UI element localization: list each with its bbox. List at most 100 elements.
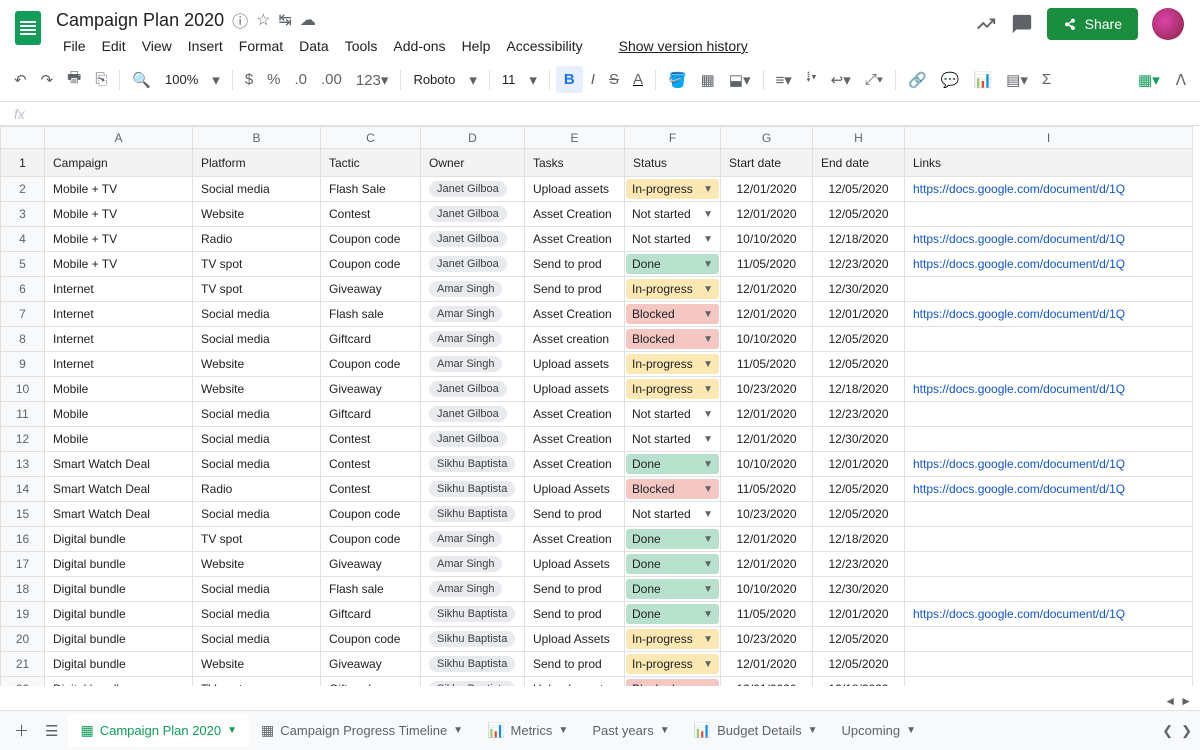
cell-start[interactable]: 11/05/2020 — [721, 252, 813, 277]
text-color-icon[interactable]: A — [627, 66, 649, 93]
cell-start[interactable]: 12/01/2020 — [721, 202, 813, 227]
cell-end[interactable]: 12/18/2020 — [813, 677, 905, 687]
row-header[interactable]: 18 — [1, 577, 45, 602]
chevron-down-icon[interactable]: ▼ — [558, 725, 568, 736]
cell-tactic[interactable]: Giftcard — [321, 677, 421, 687]
cell-owner[interactable]: Amar Singh — [421, 352, 525, 377]
cell-end[interactable]: 12/01/2020 — [813, 452, 905, 477]
chevron-down-icon[interactable]: ▼ — [703, 559, 713, 570]
cell-status[interactable]: In-progress▼ — [625, 627, 721, 652]
cell-start[interactable]: 10/10/2020 — [721, 227, 813, 252]
cell-campaign[interactable]: Smart Watch Deal — [45, 452, 193, 477]
cell-tactic[interactable]: Giftcard — [321, 602, 421, 627]
chevron-down-icon[interactable]: ▼ — [703, 334, 713, 345]
header-cell[interactable]: Campaign — [45, 149, 193, 177]
chevron-down-icon[interactable]: ▼ — [227, 725, 237, 736]
cell-owner[interactable]: Sikhu Baptista — [421, 652, 525, 677]
owner-chip[interactable]: Janet Gilboa — [429, 406, 507, 422]
chevron-down-icon[interactable]: ▼ — [703, 384, 713, 395]
cell-tactic[interactable]: Contest — [321, 427, 421, 452]
print-icon[interactable]: 🖶 — [61, 62, 87, 97]
cell-campaign[interactable]: Digital bundle — [45, 527, 193, 552]
row-header[interactable]: 13 — [1, 452, 45, 477]
cell-tactic[interactable]: Flash Sale — [321, 177, 421, 202]
cell-platform[interactable]: Social media — [193, 327, 321, 352]
cell-tactic[interactable]: Giftcard — [321, 327, 421, 352]
cell-start[interactable]: 12/01/2020 — [721, 177, 813, 202]
cell-task[interactable]: Upload assets — [525, 677, 625, 687]
cell-link[interactable] — [905, 327, 1193, 352]
cell-owner[interactable]: Janet Gilboa — [421, 202, 525, 227]
cell-status[interactable]: Blocked▼ — [625, 477, 721, 502]
cell-campaign[interactable]: Digital bundle — [45, 602, 193, 627]
cell-start[interactable]: 12/01/2020 — [721, 402, 813, 427]
cell-start[interactable]: 12/01/2020 — [721, 427, 813, 452]
cell-platform[interactable]: Website — [193, 652, 321, 677]
cell-task[interactable]: Send to prod — [525, 502, 625, 527]
cell-tactic[interactable]: Coupon code — [321, 527, 421, 552]
chevron-down-icon[interactable]: ▾ — [463, 66, 483, 94]
header-cell[interactable]: Status — [625, 149, 721, 177]
cell-owner[interactable]: Janet Gilboa — [421, 252, 525, 277]
percent-icon[interactable]: % — [261, 66, 286, 93]
link-icon[interactable]: 🔗 — [902, 66, 933, 94]
currency-icon[interactable]: $ — [239, 66, 259, 93]
cell-platform[interactable]: Social media — [193, 627, 321, 652]
cell-link[interactable]: https://docs.google.com/document/d/1Q — [905, 302, 1193, 327]
doc-title[interactable]: Campaign Plan 2020 — [56, 10, 224, 31]
cell-task[interactable]: Send to prod — [525, 652, 625, 677]
chevron-down-icon[interactable]: ▼ — [703, 309, 713, 320]
cell-campaign[interactable]: Mobile + TV — [45, 177, 193, 202]
row-header[interactable]: 3 — [1, 202, 45, 227]
scroll-left-icon[interactable]: ◄ — [1164, 694, 1176, 710]
cell-status[interactable]: Done▼ — [625, 452, 721, 477]
wrap-icon[interactable]: ↩▾ — [825, 66, 857, 94]
owner-chip[interactable]: Amar Singh — [429, 331, 502, 347]
row-header[interactable]: 21 — [1, 652, 45, 677]
cell-task[interactable]: Asset Creation — [525, 302, 625, 327]
cell-link[interactable]: https://docs.google.com/document/d/1Q — [905, 227, 1193, 252]
cell-link[interactable] — [905, 677, 1193, 687]
rotate-icon[interactable]: ⤢▾ — [859, 66, 889, 93]
cell-link[interactable] — [905, 352, 1193, 377]
header-cell[interactable]: Start date — [721, 149, 813, 177]
sheet-tab[interactable]: Past years▼ — [580, 714, 681, 747]
row-header[interactable]: 4 — [1, 227, 45, 252]
cell-task[interactable]: Send to prod — [525, 252, 625, 277]
cell-owner[interactable]: Janet Gilboa — [421, 377, 525, 402]
chevron-down-icon[interactable]: ▼ — [703, 609, 713, 620]
owner-chip[interactable]: Sikhu Baptista — [429, 606, 515, 622]
share-button[interactable]: Share — [1047, 8, 1138, 40]
cell-link[interactable]: https://docs.google.com/document/d/1Q — [905, 177, 1193, 202]
all-sheets-icon[interactable]: ☰ — [39, 717, 64, 745]
cell-owner[interactable]: Sikhu Baptista — [421, 502, 525, 527]
filter-icon[interactable]: ▤▾ — [1000, 66, 1034, 94]
move-icon[interactable]: ↹ — [278, 10, 291, 30]
owner-chip[interactable]: Janet Gilboa — [429, 181, 507, 197]
cell-end[interactable]: 12/23/2020 — [813, 552, 905, 577]
chevron-down-icon[interactable]: ▼ — [703, 359, 713, 370]
cell-owner[interactable]: Amar Singh — [421, 277, 525, 302]
sheet-tab[interactable]: 📊Budget Details▼ — [682, 714, 830, 747]
cell-task[interactable]: Send to prod — [525, 277, 625, 302]
cell-owner[interactable]: Sikhu Baptista — [421, 627, 525, 652]
menu-file[interactable]: File — [56, 34, 93, 58]
sheet-tab[interactable]: ▦Campaign Plan 2020▼ — [68, 714, 249, 747]
cell-campaign[interactable]: Internet — [45, 352, 193, 377]
chevron-down-icon[interactable]: ▼ — [703, 434, 713, 445]
cell-platform[interactable]: Website — [193, 377, 321, 402]
owner-chip[interactable]: Janet Gilboa — [429, 206, 507, 222]
owner-chip[interactable]: Janet Gilboa — [429, 231, 507, 247]
cell-status[interactable]: Done▼ — [625, 252, 721, 277]
cell-tactic[interactable]: Giveaway — [321, 377, 421, 402]
cell-end[interactable]: 12/18/2020 — [813, 227, 905, 252]
chevron-down-icon[interactable]: ▼ — [703, 409, 713, 420]
cell-status[interactable]: In-progress▼ — [625, 352, 721, 377]
cell-link[interactable] — [905, 427, 1193, 452]
cell-owner[interactable]: Amar Singh — [421, 552, 525, 577]
cell-tactic[interactable]: Giveaway — [321, 277, 421, 302]
cell-link[interactable] — [905, 577, 1193, 602]
cell-start[interactable]: 10/23/2020 — [721, 377, 813, 402]
cell-link[interactable] — [905, 652, 1193, 677]
cell-campaign[interactable]: Smart Watch Deal — [45, 477, 193, 502]
